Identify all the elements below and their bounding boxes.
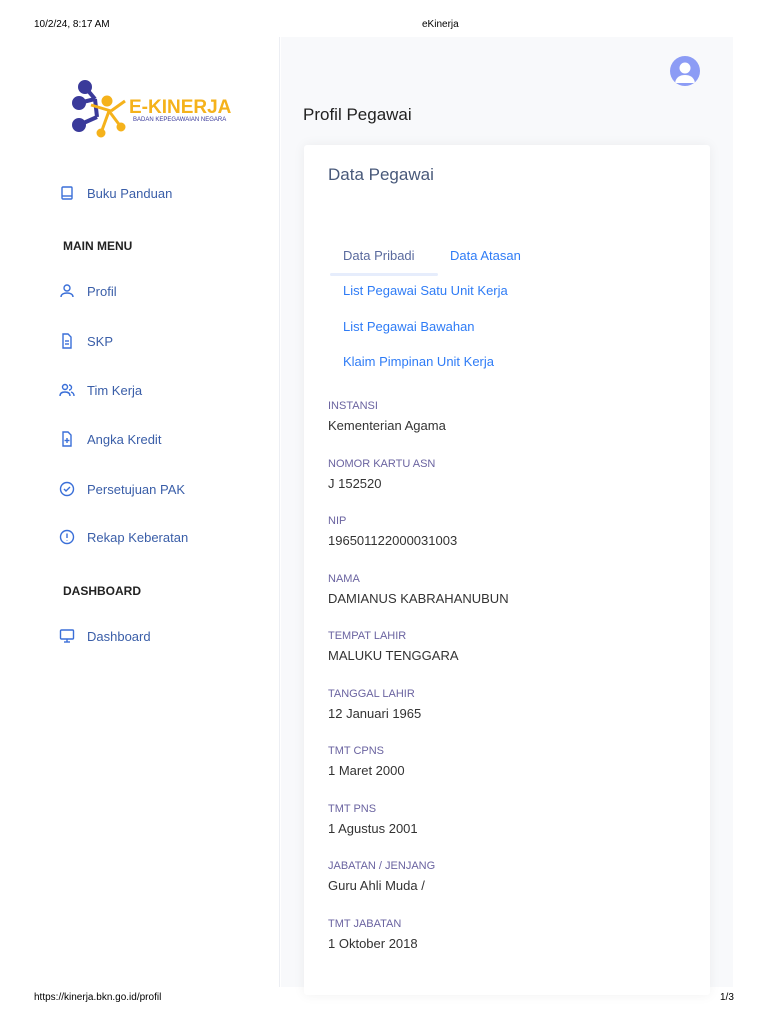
monitor-icon <box>59 629 75 643</box>
field-label: NOMOR KARTU ASN <box>328 457 436 470</box>
sidebar-item-label: Buku Panduan <box>87 185 173 201</box>
print-page: 1/3 <box>720 992 734 1003</box>
check-circle-icon <box>59 481 75 497</box>
sidebar: E-KINERJA BADAN KEPEGAWAIAN NEGARA Buku … <box>35 37 280 987</box>
field-label: INSTANSI <box>328 400 378 412</box>
sidebar-item-label: Angka Kredit <box>87 431 162 447</box>
book-icon <box>61 186 73 200</box>
tab-klaim-pimpinan-unit-kerja[interactable]: Klaim Pimpinan Unit Kerja <box>343 354 494 369</box>
file-icon <box>62 333 72 349</box>
sidebar-item-persetujuan-pak[interactable]: Persetujuan PAK <box>59 481 185 497</box>
dashboard-heading: DASHBOARD <box>63 584 141 598</box>
sidebar-item-label: Persetujuan PAK <box>87 481 186 497</box>
field-label: JABATAN / JENJANG <box>328 860 436 872</box>
print-datetime: 10/2/24, 8:17 AM <box>34 19 110 30</box>
user-avatar[interactable] <box>670 56 700 86</box>
sidebar-item-label: Profil <box>87 283 117 299</box>
main-content: Profil Pegawai Data Pegawai Data Pribadi… <box>281 37 733 995</box>
card-title: Data Pegawai <box>328 165 434 184</box>
field-value: MALUKU TENGGARA <box>328 648 459 663</box>
active-tab-indicator <box>330 273 438 276</box>
field-label: NAMA <box>328 572 360 585</box>
field-value: 1 Agustus 2001 <box>328 820 418 836</box>
field-label: TANGGAL LAHIR <box>328 687 415 700</box>
alert-circle-icon <box>59 529 75 545</box>
sidebar-item-profil[interactable]: Profil <box>59 283 117 299</box>
e-kinerja-logo[interactable]: E-KINERJA BADAN KEPEGAWAIAN NEGARA <box>71 77 251 144</box>
field-value: 1 Oktober 2018 <box>328 935 418 951</box>
sidebar-item-label: SKP <box>87 333 114 349</box>
user-avatar-icon <box>675 62 695 83</box>
file-plus-icon <box>62 431 72 447</box>
field-value: 196501122000031003 <box>328 533 458 548</box>
page-title: Profil Pegawai <box>303 105 412 124</box>
svg-text:E-KINERJA: E-KINERJA <box>129 97 232 118</box>
field-value: DAMIANUS KABRAHANUBUN <box>328 590 509 606</box>
sidebar-item-skp[interactable]: SKP <box>59 333 113 349</box>
tab-list-pegawai-satu-unit-kerja[interactable]: List Pegawai Satu Unit Kerja <box>343 283 508 298</box>
sidebar-item-tim-kerja[interactable]: Tim Kerja <box>59 382 142 398</box>
sidebar-item-angka-kredit[interactable]: Angka Kredit <box>59 431 161 447</box>
field-label: TMT CPNS <box>328 745 385 757</box>
tab-data-atasan[interactable]: Data Atasan <box>450 248 521 263</box>
tab-list-pegawai-bawahan[interactable]: List Pegawai Bawahan <box>343 319 475 334</box>
print-title: eKinerja <box>422 19 459 30</box>
field-label: TMT JABATAN <box>328 917 402 930</box>
field-label: TEMPAT LAHIR <box>328 630 407 642</box>
field-value: Kementerian Agama <box>328 418 446 433</box>
svg-text:BADAN KEPEGAWAIAN NEGARA: BADAN KEPEGAWAIAN NEGARA <box>133 117 226 123</box>
field-label: NIP <box>328 515 347 527</box>
field-value: J 152520 <box>328 475 382 491</box>
print-url: https://kinerja.bkn.go.id/profil <box>34 992 162 1003</box>
sidebar-item-label: Rekap Keberatan <box>87 529 189 545</box>
users-icon <box>59 383 75 397</box>
sidebar-item-label: Tim Kerja <box>87 382 143 398</box>
field-value: 1 Maret 2000 <box>328 763 405 778</box>
field-value: 12 Januari 1965 <box>328 705 422 721</box>
sidebar-item-buku-panduan[interactable]: Buku Panduan <box>59 185 172 201</box>
field-label: TMT PNS <box>328 802 377 815</box>
main-menu-heading: MAIN MENU <box>63 239 133 253</box>
tab-data-pribadi[interactable]: Data Pribadi <box>343 248 415 263</box>
user-icon <box>60 284 74 298</box>
sidebar-item-dashboard[interactable]: Dashboard <box>59 628 151 644</box>
sidebar-item-rekap-keberatan[interactable]: Rekap Keberatan <box>59 529 188 545</box>
field-value: Guru Ahli Muda / <box>328 878 425 893</box>
data-pegawai-card: Data Pegawai Data Pribadi Data Atasan Li… <box>304 145 710 995</box>
sidebar-item-label: Dashboard <box>87 628 151 644</box>
